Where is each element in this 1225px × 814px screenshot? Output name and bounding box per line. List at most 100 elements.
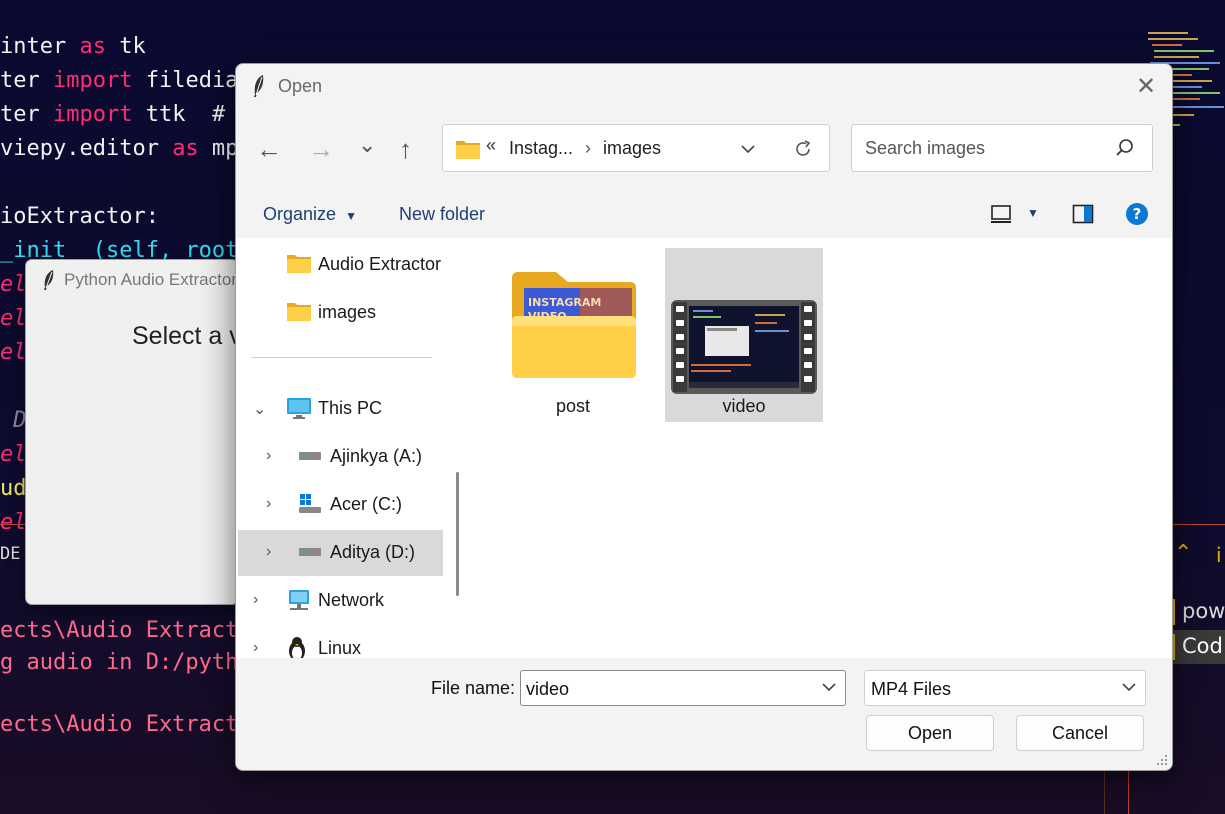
terminal-line: ects\Audio Extract [0,712,239,737]
code-token: tk [105,34,146,59]
breadcrumb-instagram[interactable]: Instag... [509,138,573,159]
file-name-label: File name: [431,678,516,698]
file-name-input[interactable]: video [526,679,569,700]
chevron-up-icon[interactable]: ⌃ [1174,541,1192,566]
chevron-right-icon[interactable]: › [253,639,258,657]
close-icon[interactable]: ✕ [1136,72,1156,101]
code-token: inter [0,34,80,59]
navigation-pane[interactable]: Audio Extractor images ⌄ This PC › Ajink… [236,238,470,662]
chevron-down-icon[interactable] [1121,679,1137,695]
file-item-video[interactable]: video [665,248,823,422]
feather-icon [254,75,264,97]
code-token: ioExtractor: [0,204,159,229]
chevron-right-icon[interactable]: › [253,591,258,609]
terminal-line: g audio in D:/pytho [0,650,252,675]
folder-icon [456,141,480,159]
code-token: ter [0,68,53,93]
nav-item-label: Audio Extractor [318,254,442,274]
prompt-text: Select a vi [132,322,239,350]
chevron-down-icon[interactable]: ⌄ [253,399,266,419]
nav-item-label: Aditya (D:) [330,542,416,562]
file-type-value: MP4 Files [871,679,952,699]
up-button[interactable]: ↑ [399,134,412,165]
search-input[interactable]: Search images [865,138,985,159]
window-title: Python Audio Extractor [64,270,237,289]
preview-pane-icon[interactable] [1072,204,1094,224]
back-button[interactable]: ← [256,134,282,165]
nav-item-audio-extractor[interactable]: Audio Extractor [236,242,470,288]
code-line: ter import filedia [0,68,238,93]
code-token: as [172,136,199,161]
open-file-dialog[interactable]: Open ✕ ← → ⌄ ↑ « Instag... › images Sear… [235,63,1173,771]
nav-item-acer-drive[interactable]: › Acer (C:) [236,482,470,528]
nav-item-aditya-drive[interactable]: › Aditya (D:) [236,530,470,576]
nav-item-label: Network [318,590,385,610]
view-options-icon[interactable]: ▼ [1027,206,1039,220]
folder-icon [287,303,311,321]
search-icon[interactable] [1114,137,1136,159]
monitor-icon [287,398,311,419]
new-folder-button[interactable]: New folder [399,204,485,225]
dialog-title: Open [278,76,323,96]
code-line: viepy.editor as mp [0,136,238,161]
window-titlebar[interactable]: Python Audio Extractor [26,260,238,300]
code-line: ioExtractor: [0,204,159,229]
breadcrumb-images[interactable]: images [603,138,661,159]
file-item-label: post [555,396,591,416]
terminal-item-selected[interactable]: Cod [1172,630,1225,664]
file-item-post[interactable]: INSTAGRAM VIDEO post [494,248,652,422]
cancel-button[interactable]: Cancel [1016,715,1144,751]
recent-locations-button[interactable]: ⌄ [358,132,376,158]
terminal-line: ects\Audio Extract [0,618,239,643]
refresh-icon[interactable] [793,139,813,159]
nav-item-label: images [318,302,377,322]
terminal-list-panel: ⌃ i pow Cod [1172,527,1225,814]
open-button[interactable]: Open [866,715,994,751]
video-thumbnail-icon [671,300,817,394]
terminal-tab-label[interactable]: DE [0,544,20,564]
chevron-down-icon[interactable] [741,144,755,154]
nav-item-label: Acer (C:) [330,494,402,514]
chevron-down-icon[interactable] [821,679,837,695]
python-audio-extractor-window[interactable]: Python Audio Extractor Select a vi [25,259,239,605]
code-token: import [52,102,133,127]
forward-button[interactable]: → [308,134,334,165]
nav-item-ajinkya-drive[interactable]: › Ajinkya (A:) [236,434,470,480]
nav-separator [251,357,432,358]
organize-menu[interactable]: Organize ▼ [263,204,357,225]
terminal-item[interactable]: pow [1172,595,1225,629]
chevron-right-icon[interactable]: › [266,447,271,465]
nav-item-network[interactable]: › Network [236,578,470,624]
file-list[interactable]: INSTAGRAM VIDEO post [470,238,1172,658]
code-line: ter import ttk # [0,102,225,127]
nav-scrollbar[interactable] [456,472,459,596]
code-token: viepy.editor [0,136,173,161]
file-name-field[interactable]: video [520,670,846,706]
chevron-right-icon[interactable]: › [266,543,271,561]
breadcrumb-separator: › [585,138,591,158]
nav-item-images[interactable]: images [236,290,470,336]
dialog-titlebar[interactable]: Open ✕ [236,64,1172,108]
nav-item-this-pc[interactable]: ⌄ This PC [236,386,470,432]
file-type-select[interactable]: MP4 Files [864,670,1146,706]
address-bar[interactable]: « Instag... › images [442,124,830,172]
code-token: ter [0,102,53,127]
nav-item-label: This PC [318,398,383,418]
file-item-label: video [722,396,766,416]
code-token: ttk # [132,102,226,127]
search-box[interactable]: Search images [851,124,1153,172]
folder-thumb-text: INSTAGRAM [528,296,601,309]
nav-item-label: Ajinkya (A:) [330,446,423,466]
folder-icon [287,255,311,273]
more-icon[interactable]: i [1216,543,1222,567]
view-icon[interactable] [990,204,1012,224]
code-token: mp [198,136,239,161]
help-icon[interactable]: ? [1125,202,1149,226]
chevron-right-icon[interactable]: › [266,495,271,513]
drive-icon [299,548,321,556]
terminal-item-label: Cod [1182,634,1223,658]
breadcrumb-overflow[interactable]: « [486,135,496,156]
resize-grip-icon[interactable] [1156,754,1168,766]
feather-icon [44,270,54,290]
drive-icon [299,452,321,460]
